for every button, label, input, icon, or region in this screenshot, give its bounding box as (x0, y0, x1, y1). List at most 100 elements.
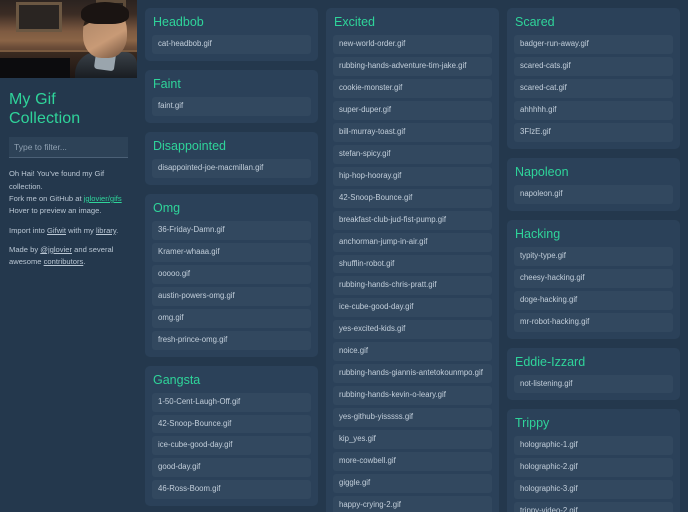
gif-columns: Headbob cat-headbob.gif Faint faint.gif Disa… (137, 0, 688, 512)
list-item[interactable]: ahhhhh.gif (514, 100, 673, 120)
category-title: Hacking (515, 226, 561, 241)
gif-category-group: Headbob cat-headbob.gif (145, 8, 318, 61)
import-middle: with my (65, 225, 96, 235)
list-item[interactable]: trippy-video-2.gif (514, 502, 673, 512)
list-item[interactable]: kip_yes.gif (333, 430, 492, 450)
list-item[interactable]: super-duper.gif (333, 100, 492, 120)
list-item[interactable]: anchorman-jump-in-air.gif (333, 232, 492, 252)
list-item[interactable]: omg.gif (152, 308, 311, 328)
list-item[interactable]: napoleon.gif (514, 184, 673, 204)
list-item[interactable]: 3FIzE.gif (514, 122, 673, 142)
sidebar: My Gif Collection Oh Hai! You've found m… (0, 0, 137, 512)
list-item[interactable]: 36-Friday-Damn.gif (152, 220, 311, 240)
description-line-1: Oh Hai! You've found my Gif collection. (9, 169, 105, 191)
list-item[interactable]: holographic-1.gif (514, 436, 673, 456)
import-suffix: . (116, 225, 119, 235)
list-item[interactable]: holographic-2.gif (514, 458, 673, 478)
list-item[interactable]: stefan-spicy.gif (333, 144, 492, 164)
list-item[interactable]: rubbing-hands-giannis-antetokounmpo.gif (333, 364, 492, 384)
category-title: Excited (334, 15, 375, 29)
list-item[interactable]: rubbing-hands-chris-pratt.gif (333, 276, 492, 296)
contributors-link[interactable]: contributors (44, 257, 84, 266)
hero-foreground-shadow (0, 58, 70, 78)
list-item[interactable]: 46-Ross-Boom.gif (152, 480, 311, 500)
list-item[interactable]: new-world-order.gif (333, 35, 492, 54)
gif-category-group: Excited new-world-order.gif rubbing-hands-… (326, 8, 499, 512)
list-item[interactable]: cheesy-hacking.gif (514, 268, 673, 288)
gif-column: Headbob cat-headbob.gif Faint faint.gif Disa… (145, 8, 318, 512)
search-input[interactable] (9, 137, 128, 159)
list-item[interactable]: scared-cat.gif (514, 78, 673, 98)
list-item[interactable]: shufflin-robot.gif (333, 254, 492, 274)
list-item[interactable]: 1-50-Cent-Laugh-Off.gif (152, 392, 311, 412)
library-link[interactable]: library (96, 226, 116, 235)
list-item[interactable]: faint.gif (152, 96, 311, 116)
category-title: Headbob (153, 15, 204, 29)
gif-category-group: Hacking typity-type.gif cheesy-hacking.gif… (507, 219, 680, 339)
list-item[interactable]: bill-murray-toast.gif (333, 122, 492, 142)
app-root: My Gif Collection Oh Hai! You've found m… (0, 0, 688, 512)
list-item[interactable]: breakfast-club-jud-fist-pump.gif (333, 210, 492, 230)
credits-suffix: . (83, 257, 86, 267)
gif-category-group: Eddie-Izzard not-listening.gif (507, 347, 680, 401)
category-title: Eddie-Izzard (515, 354, 586, 369)
description-line-3: Hover to preview an image. (9, 206, 102, 216)
list-item[interactable]: ooooo.gif (152, 264, 311, 284)
list-item[interactable]: ice-cube-good-day.gif (333, 298, 492, 318)
description-paragraph-2: Import into Gifwit with my library. (9, 225, 128, 237)
sidebar-description: Oh Hai! You've found my Gif collection. … (9, 168, 128, 268)
list-item[interactable]: rubbing-hands-kevin-o-leary.gif (333, 386, 492, 406)
list-item[interactable]: badger-run-away.gif (514, 35, 673, 54)
list-item[interactable]: scared-cats.gif (514, 56, 673, 76)
list-item[interactable]: cookie-monster.gif (333, 78, 492, 98)
category-title: Scared (515, 15, 555, 29)
list-item[interactable]: cat-headbob.gif (152, 35, 311, 54)
hero-gif-preview[interactable] (0, 0, 137, 78)
list-item[interactable]: typity-type.gif (514, 246, 673, 266)
list-item[interactable]: austin-powers-omg.gif (152, 286, 311, 306)
category-title: Gangsta (153, 372, 201, 387)
gif-category-group: Omg 36-Friday-Damn.gif Kramer-whaaa.gif ooo… (145, 193, 318, 357)
gif-column: Scared badger-run-away.gif scared-cats.gif… (507, 8, 680, 512)
list-item[interactable]: 42-Snoop-Bounce.gif (152, 414, 311, 434)
list-item[interactable]: yes-github-yisssss.gif (333, 408, 492, 428)
list-item[interactable]: noice.gif (333, 342, 492, 362)
list-item[interactable]: hip-hop-hooray.gif (333, 166, 492, 186)
credits-prefix: Made by (9, 244, 41, 254)
author-link[interactable]: @jglovier (40, 245, 72, 254)
sidebar-body: My Gif Collection Oh Hai! You've found m… (0, 78, 137, 268)
list-item[interactable]: Kramer-whaaa.gif (152, 242, 311, 262)
list-item[interactable]: doge-hacking.gif (514, 290, 673, 310)
description-paragraph-3: Made by @jglovier and several awesome co… (9, 244, 128, 269)
list-item[interactable]: fresh-prince-omg.gif (152, 330, 311, 350)
list-item[interactable]: holographic-3.gif (514, 480, 673, 500)
gif-category-group: Gangsta 1-50-Cent-Laugh-Off.gif 42-Snoop-B… (145, 365, 318, 507)
description-line-2-prefix: Fork me on GitHub at (9, 193, 84, 203)
repo-link[interactable]: jglovier/gifs (84, 194, 122, 203)
description-paragraph-1: Oh Hai! You've found my Gif collection. … (9, 168, 128, 217)
list-item[interactable]: more-cowbell.gif (333, 452, 492, 472)
list-item[interactable]: ice-cube-good-day.gif (152, 436, 311, 456)
gifwit-link[interactable]: Gifwit (47, 226, 66, 235)
gif-category-group: Napoleon napoleon.gif (507, 157, 680, 211)
category-title: Trippy (515, 416, 550, 431)
list-item[interactable]: happy-crying-2.gif (333, 496, 492, 512)
gif-column: Excited new-world-order.gif rubbing-hands-… (326, 8, 499, 512)
gif-category-group: Scared badger-run-away.gif scared-cats.gif… (507, 8, 680, 149)
list-item[interactable]: yes-excited-kids.gif (333, 320, 492, 340)
hero-picture-frame-left (16, 2, 62, 32)
category-title: Napoleon (515, 164, 569, 179)
list-item[interactable]: good-day.gif (152, 458, 311, 478)
import-prefix: Import into (9, 225, 47, 235)
category-title: Faint (153, 76, 181, 91)
gif-category-group: Trippy holographic-1.gif holographic-2.gif… (507, 409, 680, 512)
list-item[interactable]: not-listening.gif (514, 374, 673, 394)
list-item[interactable]: disappointed-joe-macmillan.gif (152, 158, 311, 178)
list-item[interactable]: mr-robot-hacking.gif (514, 312, 673, 332)
list-item[interactable]: rubbing-hands-adventure-tim-jake.gif (333, 56, 492, 76)
gif-category-group: Faint faint.gif (145, 69, 318, 123)
page-title: My Gif Collection (9, 91, 81, 128)
list-item[interactable]: 42-Snoop-Bounce.gif (333, 188, 492, 208)
gif-category-group: Disappointed disappointed-joe-macmillan.g… (145, 131, 318, 185)
list-item[interactable]: giggle.gif (333, 474, 492, 494)
